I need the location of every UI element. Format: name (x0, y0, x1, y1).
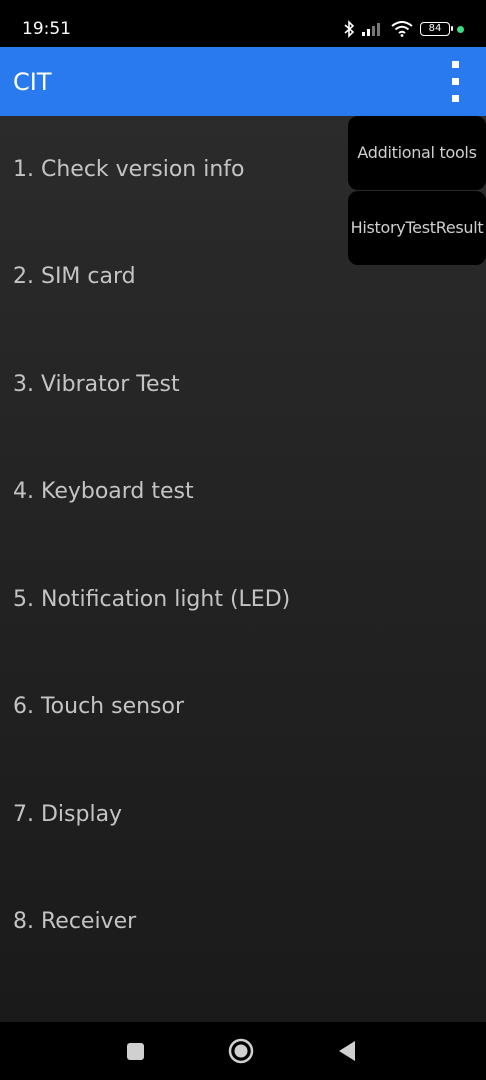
list-item-label: 5. Notification light (LED) (13, 587, 291, 612)
list-item-vibrator-test[interactable]: 3. Vibrator Test (0, 331, 486, 438)
menu-item-additional-tools[interactable]: Additional tools (348, 116, 486, 190)
status-icons: 84 (344, 17, 464, 41)
list-item-touch-sensor[interactable]: 6. Touch sensor (0, 653, 486, 760)
home-circle-icon[interactable] (225, 1035, 257, 1067)
app-title: CIT (13, 68, 52, 96)
bluetooth-icon (344, 20, 355, 38)
list-item-label: 7. Display (13, 802, 123, 827)
status-bar: 19:51 84 (0, 0, 486, 47)
list-item-label: 1. Check version info (13, 157, 245, 182)
wifi-icon (391, 21, 413, 37)
menu-item-history-test-result[interactable]: HistoryTestResult (348, 191, 486, 265)
signal-icon (362, 22, 384, 36)
privacy-dot-icon (457, 25, 464, 33)
status-time: 19:51 (22, 19, 71, 39)
list-item-label: 3. Vibrator Test (13, 372, 180, 397)
list-item-label: 8. Receiver (13, 909, 137, 934)
overflow-menu: Additional tools HistoryTestResult (348, 116, 486, 265)
list-item-keyboard-test[interactable]: 4. Keyboard test (0, 438, 486, 545)
list-item-label: 4. Keyboard test (13, 479, 194, 504)
back-triangle-icon[interactable] (331, 1035, 363, 1067)
menu-item-label: HistoryTestResult (350, 218, 484, 237)
menu-item-label: Additional tools (357, 143, 477, 162)
navigation-bar (0, 1022, 486, 1080)
list-item-receiver[interactable]: 8. Receiver (0, 868, 486, 975)
list-item-display[interactable]: 7. Display (0, 761, 486, 868)
app-bar: CIT (0, 47, 486, 116)
list-item-notification-light[interactable]: 5. Notification light (LED) (0, 546, 486, 653)
battery-icon: 84 (420, 22, 453, 36)
recents-square-icon[interactable] (119, 1035, 151, 1067)
list-item-label: 6. Touch sensor (13, 694, 185, 719)
more-vertical-icon[interactable] (442, 57, 468, 107)
list-item-label: 2. SIM card (13, 264, 136, 289)
